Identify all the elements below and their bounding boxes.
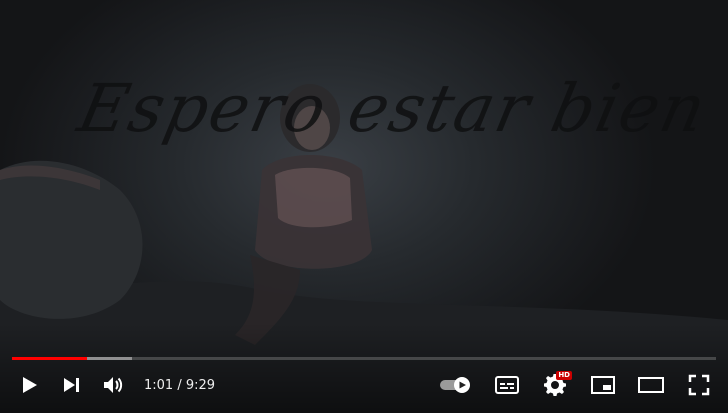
theater-mode-button[interactable] bbox=[634, 368, 668, 402]
autoplay-toggle[interactable] bbox=[436, 368, 476, 402]
progress-bar[interactable] bbox=[12, 357, 716, 360]
fullscreen-button[interactable] bbox=[682, 368, 716, 402]
theater-icon bbox=[638, 377, 664, 393]
subtitles-icon bbox=[495, 376, 519, 394]
volume-icon bbox=[104, 377, 123, 393]
miniplayer-button[interactable] bbox=[586, 368, 620, 402]
volume-button[interactable] bbox=[96, 368, 130, 402]
subtitles-button[interactable] bbox=[490, 368, 524, 402]
settings-button[interactable]: HD bbox=[538, 368, 572, 402]
miniplayer-icon bbox=[591, 376, 615, 394]
play-button[interactable] bbox=[12, 368, 46, 402]
progress-played bbox=[12, 357, 88, 360]
next-button[interactable] bbox=[54, 368, 88, 402]
time-display: 1:01 / 9:29 bbox=[144, 377, 216, 393]
hd-badge: HD bbox=[556, 371, 572, 380]
video-player[interactable]: Espero estar bien 1:01 / 9:29 HD bbox=[0, 0, 728, 413]
pillow-shape bbox=[0, 160, 143, 319]
fullscreen-icon bbox=[688, 374, 710, 396]
next-icon bbox=[64, 378, 79, 392]
control-bar: 1:01 / 9:29 HD bbox=[12, 368, 716, 402]
autoplay-toggle-icon bbox=[440, 377, 470, 393]
play-icon bbox=[23, 377, 37, 393]
video-title-overlay: Espero estar bien bbox=[71, 70, 715, 147]
